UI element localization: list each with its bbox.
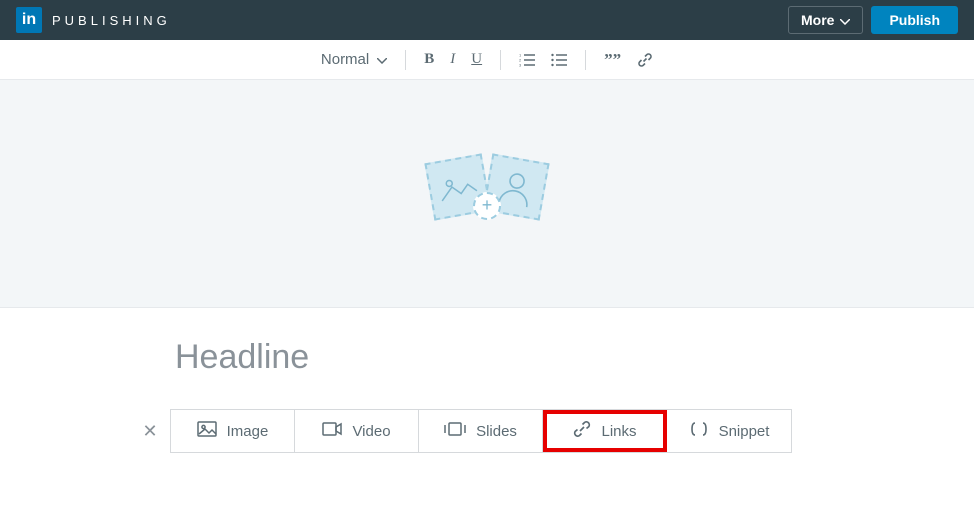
italic-button[interactable]: I — [450, 51, 455, 68]
add-icon: + — [473, 192, 501, 220]
link-icon — [573, 420, 591, 442]
insert-image-button[interactable]: Image — [171, 410, 295, 452]
insert-label: Image — [227, 423, 269, 440]
insert-label: Video — [352, 423, 390, 440]
app-title: PUBLISHING — [52, 13, 171, 28]
insert-bar: Image Video — [170, 409, 792, 453]
publish-button[interactable]: Publish — [871, 6, 958, 34]
insert-label: Snippet — [719, 423, 770, 440]
close-icon[interactable]: ✕ — [130, 421, 170, 442]
insert-row: ✕ Image Vid — [130, 409, 974, 453]
video-icon — [322, 422, 342, 440]
insert-slides-button[interactable]: Slides — [419, 410, 543, 452]
bold-button[interactable]: B — [424, 51, 434, 68]
chevron-down-icon — [377, 51, 387, 68]
svg-text:3: 3 — [519, 62, 522, 67]
header-bar: in PUBLISHING More Publish — [0, 0, 974, 40]
unordered-list-button[interactable] — [551, 53, 567, 67]
style-dropdown[interactable]: Normal — [321, 51, 387, 68]
formatting-toolbar: Normal B I U 1 2 3 — [0, 40, 974, 80]
cover-placeholder-icon: + — [427, 154, 547, 234]
insert-label: Slides — [476, 423, 517, 440]
insert-video-button[interactable]: Video — [295, 410, 419, 452]
code-icon — [689, 421, 709, 441]
linkedin-logo: in — [16, 7, 42, 33]
insert-label: Links — [601, 423, 636, 440]
cover-image-area[interactable]: + — [0, 80, 974, 308]
insert-links-button[interactable]: Links — [543, 410, 667, 452]
ordered-list-button[interactable]: 1 2 3 — [519, 53, 535, 67]
more-button[interactable]: More — [788, 6, 863, 34]
header-actions: More Publish — [788, 6, 958, 34]
blockquote-button[interactable]: ”” — [604, 50, 621, 70]
brand: in PUBLISHING — [16, 7, 171, 33]
editor-body: Headline ✕ Image — [0, 308, 974, 453]
image-icon — [197, 421, 217, 441]
style-label: Normal — [321, 51, 369, 68]
chevron-down-icon — [840, 12, 850, 28]
underline-button[interactable]: U — [471, 51, 482, 68]
more-label: More — [801, 12, 834, 28]
slides-icon — [444, 422, 466, 440]
link-button[interactable] — [637, 52, 653, 68]
headline-input[interactable]: Headline — [175, 338, 974, 377]
insert-snippet-button[interactable]: Snippet — [667, 410, 791, 452]
